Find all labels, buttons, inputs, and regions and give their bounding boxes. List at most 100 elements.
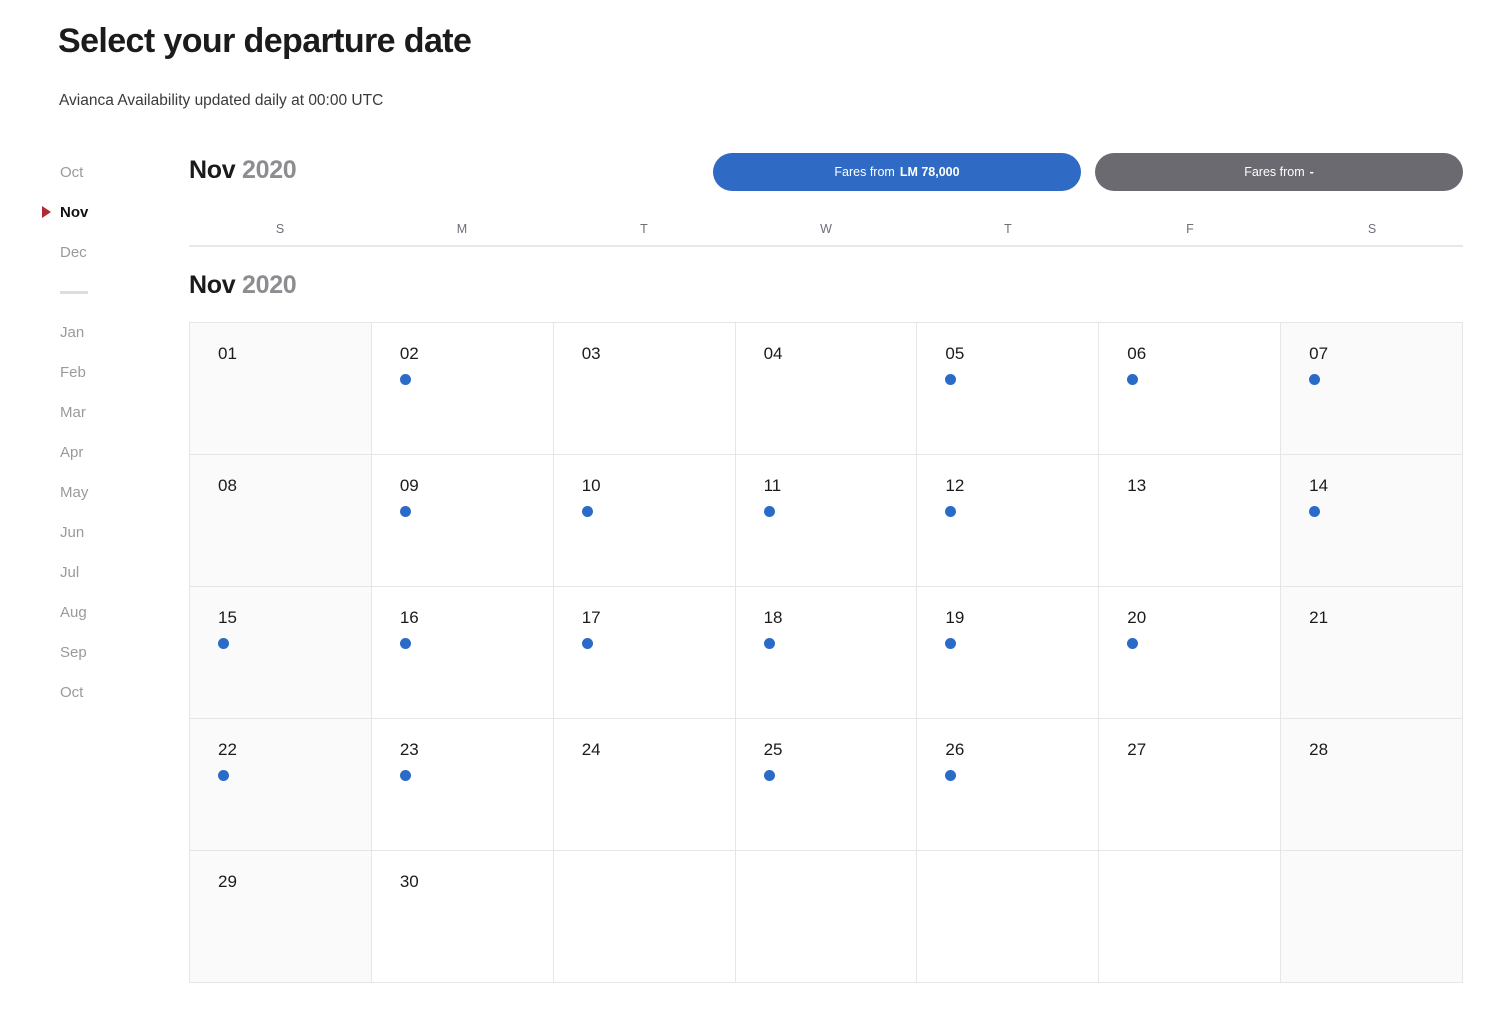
calendar-sub-heading: Nov 2020 [189,247,1463,300]
weekday-header-cell: S [275,222,285,236]
day-cell-02[interactable]: 02 [371,323,554,455]
sidebar-item-label: Oct [60,683,84,701]
day-cell-10[interactable]: 10 [553,455,736,587]
sidebar-item-oct-0[interactable]: Oct [40,152,175,192]
sidebar-item-feb-5[interactable]: Feb [40,352,175,392]
fare-available-dot-icon [945,506,957,517]
day-cell-21[interactable]: 21 [1281,587,1463,719]
day-cell-19[interactable]: 19 [917,587,1100,719]
day-number: 30 [399,872,419,891]
fare-available-dot-icon [763,770,775,781]
sidebar-item-dec-2[interactable]: Dec [40,232,175,272]
fares-from-button-secondary[interactable]: Fares from - [1095,153,1463,191]
day-grid: 01 02 03 04 05 06 07 08 09 10 11 12 13 14 15 16 17 18 19 20… [189,322,1463,983]
day-cell-18[interactable]: 18 [735,587,918,719]
fares-from-amount: LM 78,000 [899,165,960,179]
sidebar-item-nov-1[interactable]: Nov [40,192,175,232]
day-cell-29[interactable]: 29 [190,851,372,983]
sidebar-item-sep-12[interactable]: Sep [40,632,175,672]
day-cell-09[interactable]: 09 [371,455,554,587]
sidebar-item-oct-13[interactable]: Oct [40,672,175,712]
day-number: 27 [1127,740,1147,759]
day-cell-12[interactable]: 12 [917,455,1100,587]
day-cell-24[interactable]: 24 [553,719,736,851]
day-cell-28[interactable]: 28 [1281,719,1463,851]
calendar-sub-month-name: Nov [189,271,236,299]
day-number: 09 [399,476,419,495]
day-cell-30[interactable]: 30 [371,851,554,983]
day-cell-08[interactable]: 08 [190,455,372,587]
sidebar-item-mar-6[interactable]: Mar [40,392,175,432]
fare-available-dot-icon [581,638,593,649]
day-number: 29 [218,872,237,891]
fare-available-dot-icon [763,638,775,649]
day-number: 24 [581,740,601,759]
day-cell-03[interactable]: 03 [553,323,736,455]
sidebar-item-label: Oct [60,163,84,181]
sidebar-divider [40,272,175,312]
day-number: 14 [1309,476,1329,495]
day-cell-01[interactable]: 01 [190,323,372,455]
sidebar-item-label: Mar [60,403,86,421]
fare-available-dot-icon [945,374,957,385]
fares-from-label: Fares from [1244,165,1305,179]
sidebar-item-label: Dec [60,243,87,261]
fare-available-dot-icon [945,638,957,649]
fare-available-dot-icon [218,770,229,781]
day-cell-04[interactable]: 04 [735,323,918,455]
active-month-triangle-icon [42,206,51,218]
fare-available-dot-icon [1127,374,1139,385]
fare-available-dot-icon [763,506,775,517]
day-cell-26[interactable]: 26 [917,719,1100,851]
fare-available-dot-icon [399,770,411,781]
divider-rule [60,290,88,294]
calendar-sub-year: 2020 [242,271,297,299]
day-cell-27[interactable]: 27 [1099,719,1282,851]
sidebar-item-aug-11[interactable]: Aug [40,592,175,632]
day-cell-22[interactable]: 22 [190,719,372,851]
day-cell-11[interactable]: 11 [735,455,918,587]
departure-date-page: Select your departure date Avianca Avail… [0,0,1504,1020]
sidebar-item-jun-9[interactable]: Jun [40,512,175,552]
sidebar-item-label: Feb [60,363,86,381]
sidebar-item-apr-7[interactable]: Apr [40,432,175,472]
day-cell-25[interactable]: 25 [735,719,918,851]
day-number: 28 [1309,740,1329,759]
sidebar-item-jan-4[interactable]: Jan [40,312,175,352]
fares-from-label: Fares from [834,165,895,179]
sidebar-item-jul-10[interactable]: Jul [40,552,175,592]
day-cell-23[interactable]: 23 [371,719,554,851]
day-number: 17 [581,608,601,627]
calendar-year: 2020 [242,156,297,184]
day-cell-05[interactable]: 05 [917,323,1100,455]
day-cell-06[interactable]: 06 [1099,323,1282,455]
day-cell-14[interactable]: 14 [1281,455,1463,587]
day-number: 05 [945,344,965,363]
day-cell-empty [735,851,918,983]
fare-available-dot-icon [945,770,957,781]
day-number: 19 [945,608,965,627]
weekday-header: SMTWTFS [189,196,1463,247]
month-sidebar: Oct Nov Dec Jan Feb Mar Apr May Jun Jul Aug Sep Oct [40,152,175,712]
fare-available-dot-icon [1309,506,1321,517]
day-number: 10 [581,476,601,495]
day-cell-17[interactable]: 17 [553,587,736,719]
day-number: 15 [218,608,237,627]
day-cell-empty [553,851,736,983]
fare-available-dot-icon [581,506,593,517]
day-cell-15[interactable]: 15 [190,587,372,719]
fare-available-dot-icon [1309,374,1321,385]
day-number: 23 [399,740,419,759]
day-cell-empty [1281,851,1463,983]
day-number: 03 [581,344,601,363]
day-cell-empty [1099,851,1282,983]
day-number: 20 [1127,608,1147,627]
day-cell-07[interactable]: 07 [1281,323,1463,455]
fare-available-dot-icon [218,638,229,649]
sidebar-item-may-8[interactable]: May [40,472,175,512]
sidebar-item-label: Aug [60,603,87,621]
day-cell-20[interactable]: 20 [1099,587,1282,719]
fares-from-button-primary[interactable]: Fares from LM 78,000 [713,153,1081,191]
day-cell-16[interactable]: 16 [371,587,554,719]
day-cell-13[interactable]: 13 [1099,455,1282,587]
